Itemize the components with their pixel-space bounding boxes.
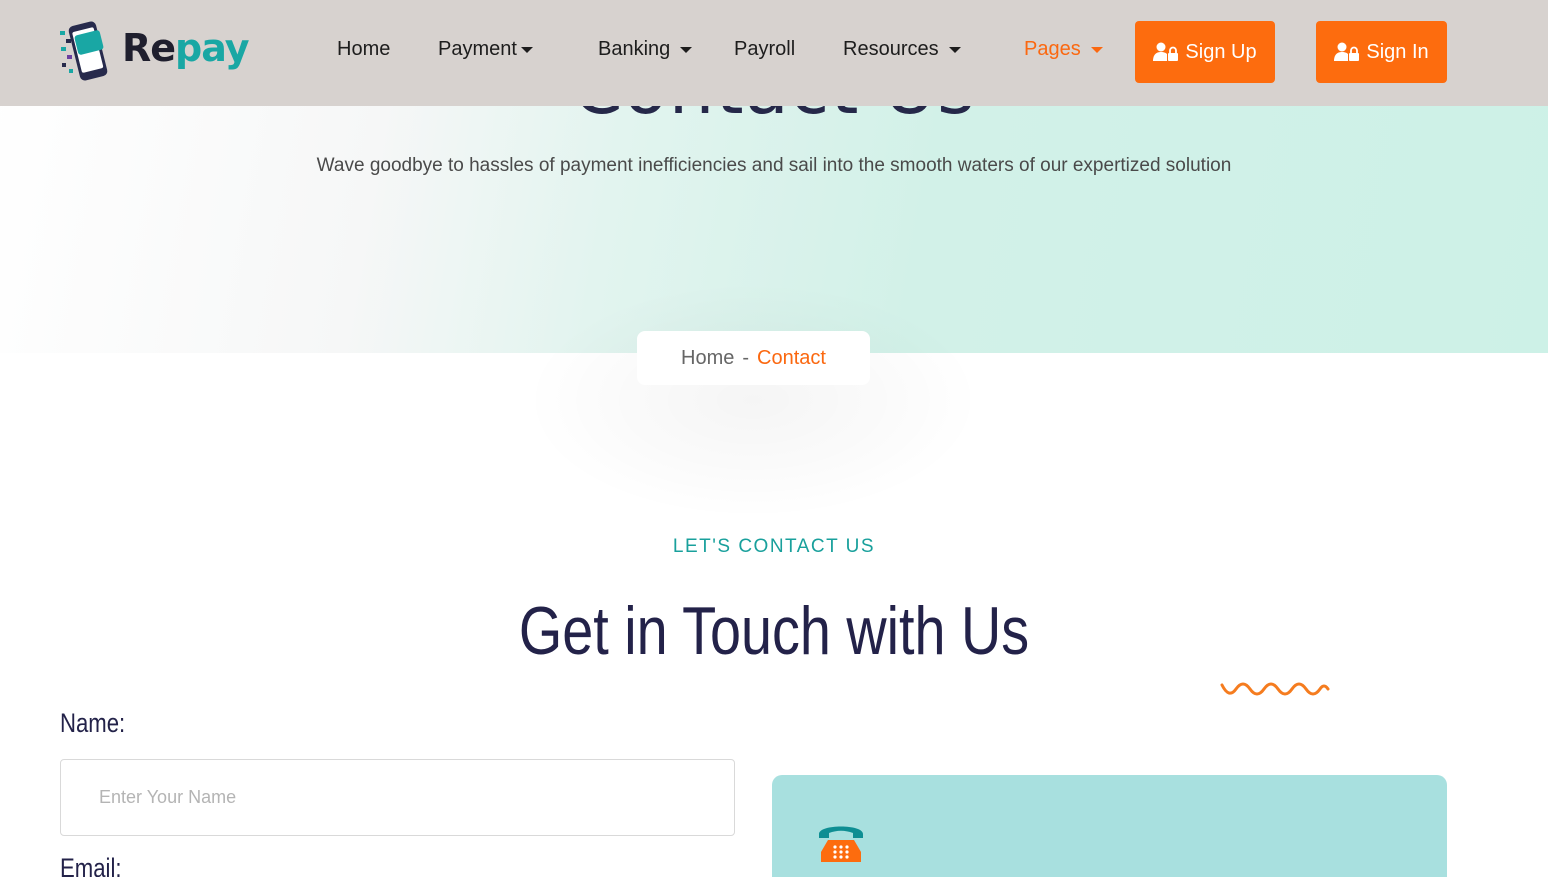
nav-payment[interactable]: Payment [438,38,533,61]
contact-info-card [772,775,1447,877]
breadcrumb-shadow [523,280,983,520]
breadcrumb: Home - Contact [637,331,870,385]
chevron-down-icon [680,46,693,53]
name-input[interactable] [60,759,735,836]
squiggle-decoration-icon [1220,682,1330,696]
section-eyebrow: LET'S CONTACT US [672,536,876,557]
nav-resources[interactable]: Resources [843,38,961,61]
hero-subtitle: Wave goodbye to hassles of payment ineff… [316,155,1232,176]
chevron-down-icon [520,46,533,53]
nav-pages[interactable]: Pages [1024,38,1103,61]
phone-icon [819,826,863,862]
chevron-down-icon [948,46,961,53]
nav-home[interactable]: Home [337,38,390,61]
nav-payroll[interactable]: Payroll [734,38,795,61]
breadcrumb-current: Contact [757,346,826,369]
user-lock-icon [1153,42,1179,61]
breadcrumb-separator: - [742,346,750,369]
breadcrumb-home-link[interactable]: Home [681,347,734,370]
name-label: Name: [60,708,126,738]
nav-banking[interactable]: Banking [598,38,693,61]
section-title: Get in Touch with Us [518,593,1030,669]
chevron-down-icon [1090,46,1103,53]
sign-up-button[interactable]: Sign Up [1135,21,1275,83]
site-header: Repay Home Payment Banking Payroll Resou… [0,0,1548,106]
sign-in-button[interactable]: Sign In [1316,21,1447,83]
email-label: Email: [60,853,122,877]
user-lock-icon [1334,42,1360,61]
